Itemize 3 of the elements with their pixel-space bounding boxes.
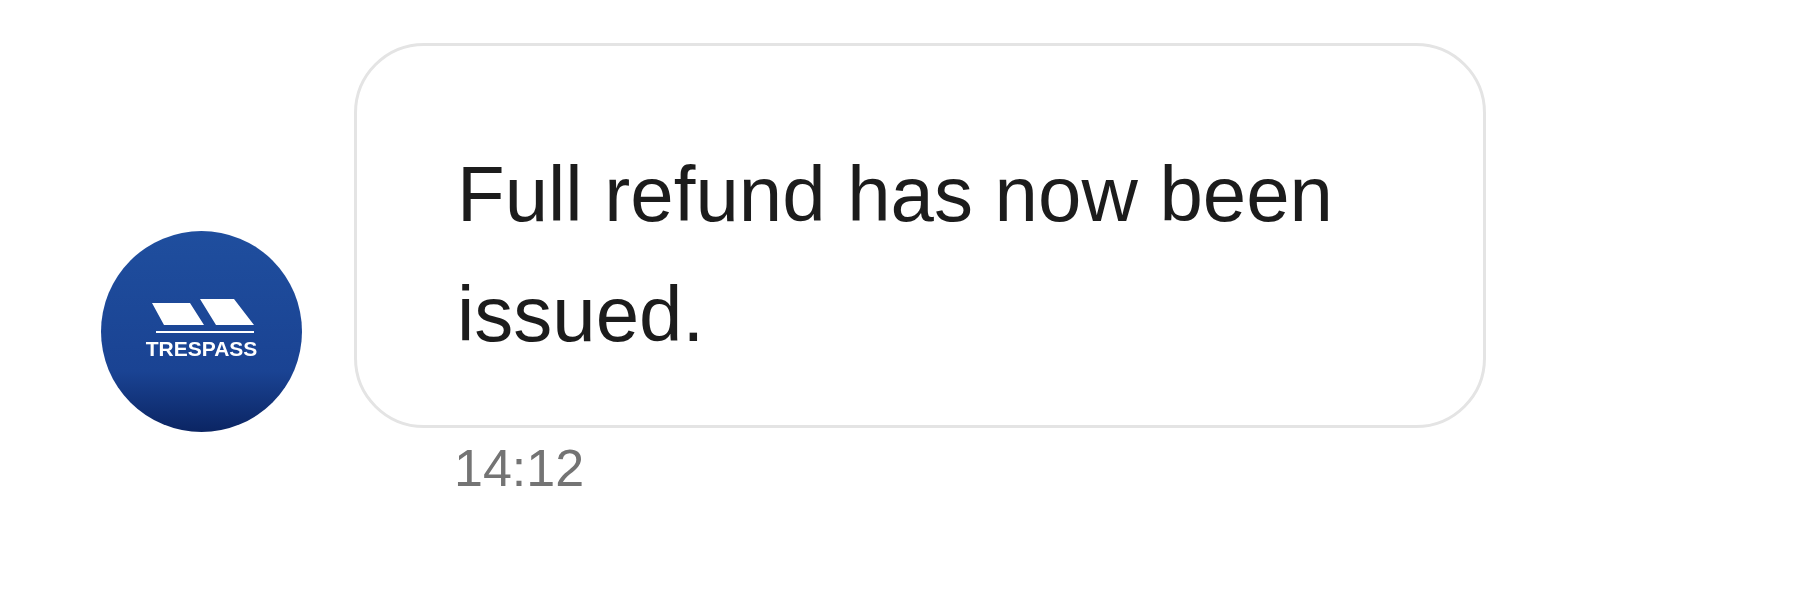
message-text: Full refund has now been issued. <box>457 149 1334 360</box>
message-time: 14:12 <box>454 438 585 498</box>
logo-text: TRESPASS <box>145 336 258 361</box>
